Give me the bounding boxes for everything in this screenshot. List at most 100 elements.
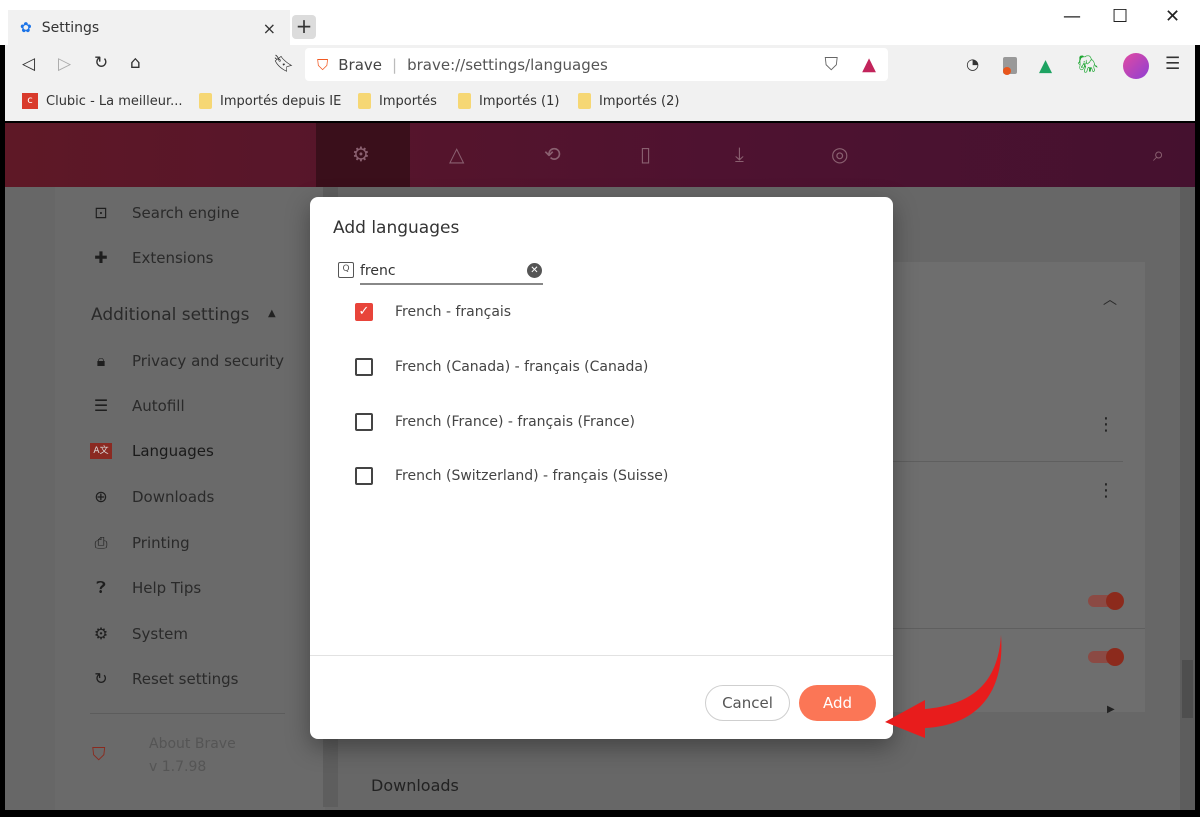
profile-avatar[interactable] (1123, 53, 1149, 79)
gear-icon: ⚙ (93, 624, 109, 643)
language-option[interactable]: ✓ French - français (355, 303, 511, 321)
close-window-button[interactable]: ✕ (1165, 6, 1180, 27)
sidebar-item-printing[interactable]: ⎙ Printing (90, 533, 190, 553)
language-label: French (Switzerland) - français (Suisse) (395, 468, 669, 484)
sidebar-item-search-engine[interactable]: ⊡ Search engine (90, 203, 239, 222)
bookmark-folder[interactable]: Importés (2) (578, 93, 679, 109)
sidebar-label: Languages (132, 442, 214, 460)
language-search-input[interactable]: frenc (360, 259, 543, 285)
history-icon[interactable]: ⟲ (544, 142, 561, 166)
downloads-section-title: Downloads (371, 776, 459, 795)
language-icon: A文 (90, 443, 112, 459)
sidebar-label: Reset settings (132, 669, 239, 688)
tab-close-icon[interactable]: × (263, 19, 276, 38)
downloads-icon[interactable]: ⤓ (735, 142, 744, 166)
brave-lion-icon: ⛉ (317, 55, 329, 74)
maximize-button[interactable]: ☐ (1112, 6, 1128, 27)
scrollbar-thumb[interactable] (1182, 660, 1193, 718)
clear-search-icon[interactable]: ✕ (527, 263, 542, 278)
help-icon: ❓︎ (96, 578, 106, 597)
expand-arrow-icon[interactable]: ▶ (1107, 704, 1115, 715)
lock-icon: 🔒︎ (96, 351, 106, 370)
home-icon[interactable]: ⌂ (130, 53, 141, 73)
google-drive-icon[interactable]: ▲ (1039, 56, 1052, 76)
settings-header (5, 123, 1195, 187)
bookmark-folder[interactable]: Importés (1) (458, 93, 559, 109)
new-tab-button[interactable]: + (292, 15, 316, 39)
language-option[interactable]: French (France) - français (France) (355, 413, 635, 431)
bookmark-icon[interactable]: 🔖︎ (273, 54, 295, 74)
download-icon: ⊕ (94, 487, 108, 506)
tab-settings[interactable]: ✿ Settings × (8, 10, 290, 46)
evernote-icon[interactable]: 🐘︎ (1077, 55, 1099, 75)
menu-icon[interactable]: ☰ (1165, 54, 1180, 74)
language-option[interactable]: French (Switzerland) - français (Suisse) (355, 467, 668, 485)
more-options-icon[interactable]: ⋮ (1097, 414, 1115, 435)
wallet-icon[interactable]: ◎ (831, 142, 848, 166)
sidebar-item-system[interactable]: ⚙ System (90, 624, 188, 643)
language-label: French (Canada) - français (Canada) (395, 359, 649, 375)
toggle-knob (1106, 648, 1124, 666)
language-option[interactable]: French (Canada) - français (Canada) (355, 358, 648, 376)
sidebar-item-help-tips[interactable]: ❓︎ Help Tips (90, 578, 201, 598)
add-languages-dialog: Add languages Q frenc ✕ ✓ French - frança… (310, 197, 893, 739)
sidebar-label: Autofill (132, 396, 185, 415)
brave-rewards-icon[interactable]: ▲ (862, 54, 876, 75)
checkbox[interactable] (355, 413, 373, 431)
settings-gear-icon[interactable]: ⚙ (352, 142, 370, 166)
brave-shields-icon[interactable]: ⛉ (825, 54, 839, 75)
sidebar-item-autofill[interactable]: ☰ Autofill (90, 396, 185, 415)
checkbox[interactable] (355, 358, 373, 376)
dialog-title: Add languages (333, 218, 460, 238)
address-bar[interactable]: ⛉ Brave | brave://settings/languages ⛉ ▲ (305, 48, 888, 81)
search-value: frenc (360, 263, 396, 279)
bookmark-label: Importés depuis IE (220, 93, 342, 109)
folder-icon (578, 93, 591, 109)
search-icon[interactable]: ⌕ (1153, 142, 1164, 166)
speed-dial-icon[interactable]: ◔ (966, 55, 979, 73)
cancel-button[interactable]: Cancel (705, 685, 790, 721)
folder-icon (358, 93, 371, 109)
forward-icon[interactable]: ▷ (58, 54, 71, 74)
collapse-arrow-icon[interactable]: ▲ (268, 308, 276, 319)
add-button[interactable]: Add (799, 685, 876, 721)
toggle-switch[interactable] (1088, 648, 1124, 666)
reload-icon[interactable]: ↻ (94, 53, 108, 73)
bookmark-label: Importés (2) (599, 93, 680, 109)
tab-title: Settings (41, 20, 100, 36)
row-divider (893, 461, 1123, 462)
sidebar-item-languages[interactable]: A文 Languages (90, 442, 214, 460)
toggle-switch[interactable] (1088, 592, 1124, 610)
row-divider (893, 628, 1145, 629)
bookmark-item[interactable]: c Clubic - La meilleur... (22, 93, 183, 109)
url-text: brave://settings/languages (407, 55, 608, 74)
bookmark-folder[interactable]: Importés depuis IE (199, 93, 341, 109)
puzzle-icon: ✚ (94, 248, 108, 267)
rewards-icon[interactable]: △ (449, 142, 464, 166)
collapse-chevron-icon[interactable]: ︿ (1103, 289, 1117, 309)
omnibox-brand: Brave (338, 55, 383, 74)
office-extension-icon[interactable] (1003, 57, 1017, 75)
sidebar-item-reset[interactable]: ↻ Reset settings (90, 669, 239, 688)
bookmarks-icon[interactable]: ▯ (640, 142, 651, 166)
sidebar-item-privacy[interactable]: 🔒︎ Privacy and security (90, 351, 284, 371)
printer-icon: ⎙ (94, 533, 108, 552)
search-engine-icon: ⊡ (94, 203, 108, 222)
additional-settings-header[interactable]: Additional settings (91, 305, 250, 325)
sidebar-label: Extensions (132, 248, 214, 267)
reset-icon: ↻ (94, 669, 108, 688)
search-icon: Q (338, 262, 354, 278)
checkbox[interactable] (355, 467, 373, 485)
checkbox-checked[interactable]: ✓ (355, 303, 373, 321)
version-text: v 1.7.98 (149, 759, 207, 775)
back-icon[interactable]: ◁ (22, 54, 35, 74)
bookmark-folder[interactable]: Importés (358, 93, 437, 109)
settings-tab-icon: ✿ (20, 20, 32, 36)
toggle-knob (1106, 592, 1124, 610)
arrow-shape (885, 635, 1002, 738)
sidebar-item-extensions[interactable]: ✚ Extensions (90, 248, 213, 267)
about-brave-link[interactable]: About Brave (149, 736, 236, 752)
more-options-icon[interactable]: ⋮ (1097, 480, 1115, 501)
minimize-button[interactable]: — (1063, 6, 1081, 27)
sidebar-item-downloads[interactable]: ⊕ Downloads (90, 487, 214, 506)
